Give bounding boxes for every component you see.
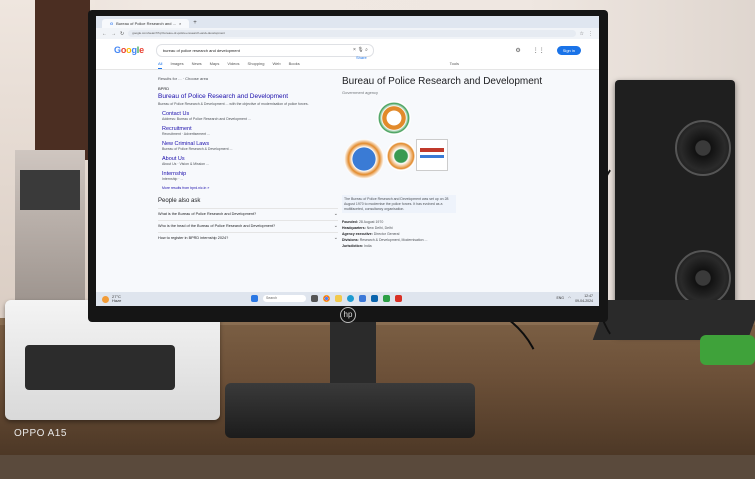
tab-maps[interactable]: Maps <box>210 61 220 69</box>
sitelink-desc: Internship · ... <box>162 177 184 181</box>
tab-title: Bureau of Police Research and ... <box>116 21 176 26</box>
sitelink[interactable]: Internship Internship · ... <box>162 171 338 181</box>
hp-logo: hp <box>340 307 356 323</box>
result-snippet: Bureau of Police Research & Development … <box>158 102 309 106</box>
taskbar-apps: Search <box>251 295 402 302</box>
results-meta: Results for ... · Choose area <box>158 76 209 81</box>
sitelink-desc: Address: Bureau of Police Research and D… <box>162 117 251 121</box>
paa-heading: People also ask <box>158 198 201 204</box>
tab-all[interactable]: All <box>158 61 163 69</box>
wifi-icon: ◠ <box>568 296 572 300</box>
weather-desc: Haze <box>112 298 122 303</box>
store-icon[interactable] <box>359 295 366 302</box>
app-icon[interactable] <box>395 295 402 302</box>
search-icon[interactable]: ⌕ <box>365 47 368 53</box>
paa-item[interactable]: Who is the head of the Bureau of Police … <box>158 220 338 232</box>
chevron-down-icon: ⌄ <box>333 211 338 217</box>
door-frame <box>35 0 90 160</box>
machine-left <box>15 150 85 310</box>
address-bar-row: ← → ↻ google.com/search?q=bureau+of+poli… <box>96 28 599 39</box>
monitor-stand-base <box>225 383 475 438</box>
green-bag <box>700 335 755 365</box>
sun-icon <box>102 295 109 303</box>
chevron-down-icon: ⌄ <box>333 223 338 229</box>
tab-books[interactable]: Books <box>289 61 300 69</box>
paa-item[interactable]: What is the Bureau of Police Research an… <box>158 208 338 220</box>
file-explorer-icon[interactable] <box>335 295 342 302</box>
result-title[interactable]: Bureau of Police Research and Developmen… <box>158 93 338 100</box>
gear-icon[interactable]: ⚙ <box>515 47 520 54</box>
browser-tabbar: G Bureau of Police Research and ... × + <box>96 16 599 28</box>
tab-images[interactable]: Images <box>170 61 183 69</box>
photo-watermark: OPPO A15 <box>14 428 67 439</box>
taskbar: 27°C Haze Search ENG ◠ 12:47 09-04-2024 <box>96 292 599 306</box>
kp-subtitle: Government agency <box>342 90 379 95</box>
back-icon[interactable]: ← <box>102 31 107 37</box>
chevron-down-icon: ⌄ <box>333 235 338 241</box>
clock-time: 12:47 <box>584 294 593 298</box>
emblem-icon <box>377 101 411 135</box>
kp-facts: Founded: 28 August 1970 Headquarters: Ne… <box>342 219 452 249</box>
fan-icon <box>675 120 731 176</box>
google-header: Google bureau of police research and dev… <box>96 39 599 61</box>
forward-icon[interactable]: → <box>111 31 116 37</box>
app-icon[interactable] <box>383 295 390 302</box>
share-button[interactable]: Share <box>356 55 367 60</box>
system-tray[interactable]: ENG ◠ 12:47 09-04-2024 <box>556 294 593 304</box>
sitelink[interactable]: Recruitment Recruitment · Advertisement … <box>162 126 338 136</box>
tab-web[interactable]: Web <box>272 61 280 69</box>
mic-icon[interactable]: 🎙 <box>357 47 363 53</box>
taskbar-search[interactable]: Search <box>263 295 306 302</box>
tab-videos[interactable]: Videos <box>227 61 239 69</box>
tools-button[interactable]: Tools <box>450 61 459 69</box>
sitelink[interactable]: New Criminal Laws Bureau of Police Resea… <box>162 141 338 151</box>
clear-icon[interactable]: × <box>353 47 356 53</box>
sitelink[interactable]: Contact Us Address: Bureau of Police Res… <box>162 111 338 121</box>
monitor-screen: G Bureau of Police Research and ... × + … <box>96 16 599 306</box>
start-icon[interactable] <box>251 295 258 302</box>
url-field[interactable]: google.com/search?q=bureau+of+police+res… <box>128 30 576 37</box>
search-query: bureau of police research and developmen… <box>162 47 240 53</box>
knowledge-panel: Bureau of Police Research and Developmen… <box>342 76 582 249</box>
close-icon[interactable]: × <box>179 21 181 26</box>
logo-banner <box>416 139 448 171</box>
kp-description: The Bureau of Police Research and Develo… <box>342 195 456 214</box>
reload-icon[interactable]: ↻ <box>120 31 124 37</box>
edge-icon[interactable] <box>347 295 354 302</box>
sitelink[interactable]: About Us About Us · Vision & Mission ... <box>162 156 338 166</box>
emblem-icon <box>344 139 384 179</box>
apps-icon[interactable]: ⋮⋮ <box>533 47 545 54</box>
search-results: Results for ... · Choose area BPRD Burea… <box>158 76 338 244</box>
more-results-link[interactable]: More results from bprd.nic.in » <box>162 186 338 190</box>
paa-item[interactable]: How to register in BPRD internship 2024?… <box>158 232 338 244</box>
task-view-icon[interactable] <box>311 295 318 302</box>
sitelink-desc: Bureau of Police Research & Development … <box>162 147 233 151</box>
tab-news[interactable]: News <box>192 61 202 69</box>
google-favicon-icon: G <box>110 21 114 26</box>
kp-fact: Jurisdiction: India <box>342 244 372 249</box>
tray-lang: ENG <box>556 296 565 300</box>
tab-shopping[interactable]: Shopping <box>248 61 265 69</box>
search-input[interactable]: bureau of police research and developmen… <box>155 43 374 57</box>
browser-tab[interactable]: G Bureau of Police Research and ... × <box>102 19 190 28</box>
star-icon[interactable]: ☆ <box>580 31 584 37</box>
menu-icon[interactable]: ⋮ <box>588 31 593 37</box>
weather-widget[interactable]: 27°C Haze <box>102 295 121 303</box>
emblem-icon <box>386 141 416 171</box>
sign-in-button[interactable]: Sign in <box>556 45 581 55</box>
new-tab-button[interactable]: + <box>193 19 197 28</box>
clock-date: 09-04-2024 <box>575 299 593 303</box>
sitelink-desc: About Us · Vision & Mission ... <box>162 162 210 166</box>
sitelink-desc: Recruitment · Advertisement ... <box>162 132 211 136</box>
google-logo[interactable]: Google <box>114 45 144 55</box>
search-tabs: All Images News Maps Videos Shopping Web… <box>96 61 599 70</box>
result-source[interactable]: BPRD <box>158 86 338 91</box>
kp-title: Bureau of Police Research and Developmen… <box>342 76 543 87</box>
kp-images[interactable] <box>342 101 452 191</box>
chrome-icon[interactable] <box>323 295 330 302</box>
mail-icon[interactable] <box>371 295 378 302</box>
